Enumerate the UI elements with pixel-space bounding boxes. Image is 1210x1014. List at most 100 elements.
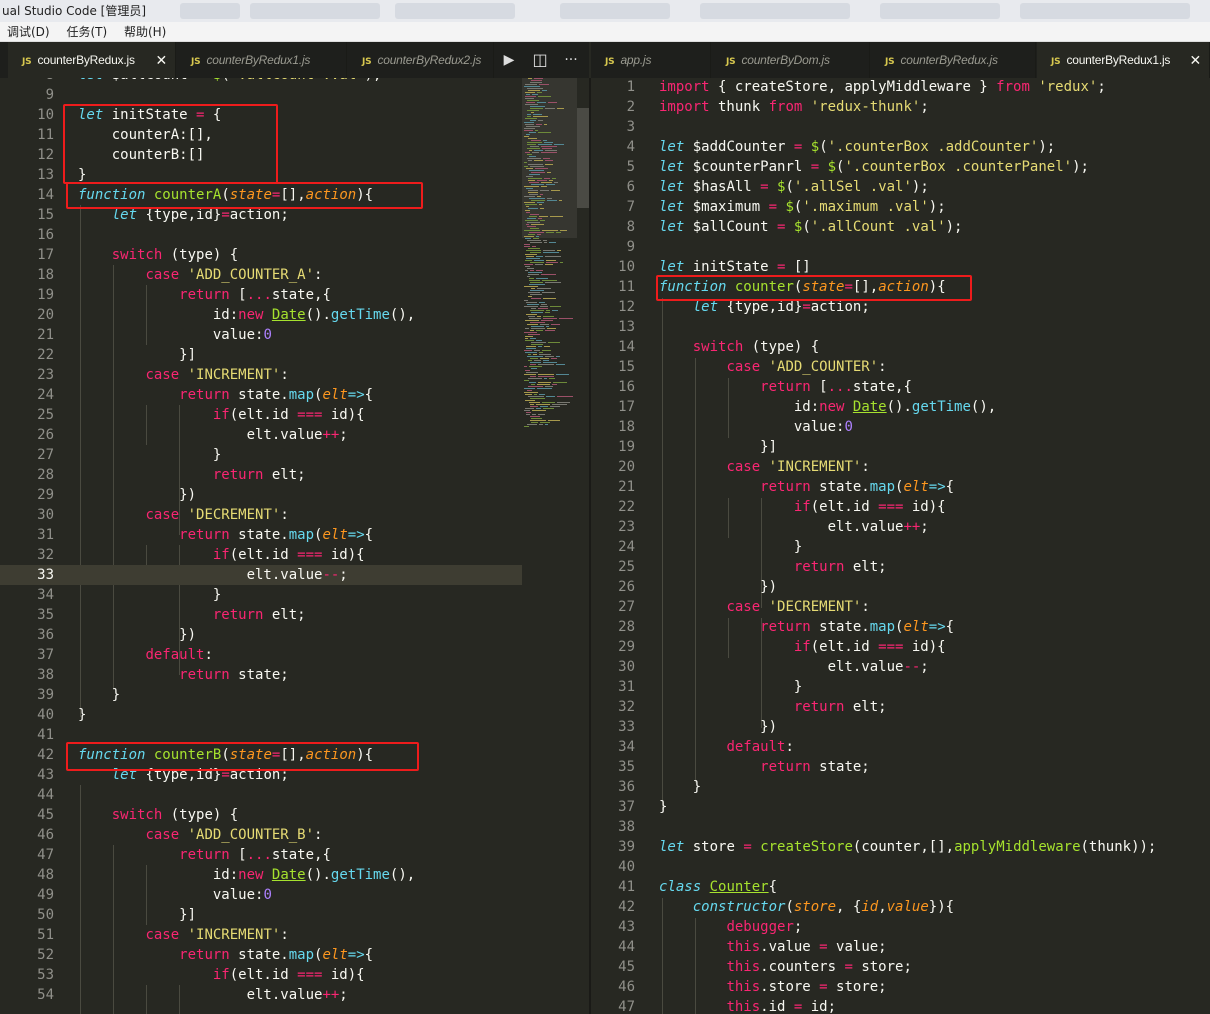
code-line[interactable]: 47 return [...state,{ (0, 845, 522, 865)
code-text[interactable]: case 'DECREMENT': (659, 599, 869, 615)
code-line[interactable]: 27 } (0, 445, 522, 465)
code-text[interactable]: } (78, 707, 86, 723)
code-text[interactable]: return state.map(elt=>{ (78, 527, 373, 543)
code-line[interactable]: 35 return elt; (0, 605, 522, 625)
code-text[interactable]: } (659, 679, 802, 695)
code-text[interactable]: case 'INCREMENT': (78, 367, 288, 383)
code-line[interactable]: 28 return state.map(elt=>{ (591, 617, 1210, 637)
code-text[interactable]: } (659, 799, 667, 815)
code-text[interactable]: if(elt.id === id){ (78, 407, 365, 423)
code-line[interactable]: 47 this.id = id; (591, 997, 1210, 1014)
code-text[interactable]: return [...state,{ (78, 287, 331, 303)
code-text[interactable]: if(elt.id === id){ (659, 499, 946, 515)
code-text[interactable]: elt.value++; (78, 427, 348, 443)
minimap[interactable] (522, 78, 577, 438)
code-line[interactable]: 20 id:new Date().getTime(), (0, 305, 522, 325)
code-line[interactable]: 32 return elt; (591, 697, 1210, 717)
code-text[interactable]: class Counter{ (659, 879, 777, 895)
code-line[interactable]: 43 debugger; (591, 917, 1210, 937)
code-text[interactable]: let $counterPanrl = $('.counterBox .coun… (659, 159, 1089, 175)
code-text[interactable]: } (78, 687, 120, 703)
code-line[interactable]: 9 (0, 85, 522, 105)
code-text[interactable]: default: (78, 647, 212, 663)
code-line[interactable]: 3 (591, 117, 1210, 137)
code-text[interactable]: switch (type) { (78, 247, 238, 263)
code-line[interactable]: 2 import thunk from 'redux-thunk'; (591, 97, 1210, 117)
code-line[interactable]: 5 let $counterPanrl = $('.counterBox .cou… (591, 157, 1210, 177)
code-text[interactable]: case 'INCREMENT': (659, 459, 869, 475)
code-line[interactable]: 31 } (591, 677, 1210, 697)
code-line[interactable]: 33 }) (591, 717, 1210, 737)
code-text[interactable]: elt.value--; (659, 659, 929, 675)
code-line[interactable]: 22 if(elt.id === id){ (591, 497, 1210, 517)
code-text[interactable]: if(elt.id === id){ (78, 547, 365, 563)
menu-tasks[interactable]: 任务(T) (59, 22, 113, 42)
code-text[interactable]: let initState = [] (659, 259, 811, 275)
code-line[interactable]: 42 constructor(store, {id,value}){ (591, 897, 1210, 917)
code-line[interactable]: 22 }] (0, 345, 522, 365)
code-line[interactable]: 24 return state.map(elt=>{ (0, 385, 522, 405)
code-text[interactable]: return state.map(elt=>{ (659, 479, 954, 495)
code-text[interactable]: let $allCount = $('.allCount .val'); (659, 219, 962, 235)
code-text[interactable]: let $hasAll = $('.allSel .val'); (659, 179, 929, 195)
code-text[interactable]: } (78, 587, 221, 603)
code-line[interactable]: 14 switch (type) { (591, 337, 1210, 357)
code-line[interactable]: 20 case 'INCREMENT': (591, 457, 1210, 477)
code-line[interactable]: 54 elt.value++; (0, 985, 522, 1005)
code-text[interactable]: case 'INCREMENT': (78, 927, 288, 943)
code-text[interactable]: return state.map(elt=>{ (659, 619, 954, 635)
code-line[interactable]: 49 value:0 (0, 885, 522, 905)
code-text[interactable]: id:new Date().getTime(), (78, 867, 415, 883)
code-text[interactable]: elt.value++; (78, 987, 348, 1003)
code-text[interactable]: let $allCount = $('.allCount .val'); (78, 78, 381, 83)
code-line[interactable]: 17 id:new Date().getTime(), (591, 397, 1210, 417)
code-text[interactable]: }] (659, 439, 777, 455)
code-text[interactable]: value:0 (78, 887, 272, 903)
code-text[interactable]: return [...state,{ (78, 847, 331, 863)
code-text[interactable]: }] (78, 907, 196, 923)
code-text[interactable]: this.value = value; (659, 939, 886, 955)
code-text[interactable]: let $addCounter = $('.counterBox .addCou… (659, 139, 1055, 155)
code-line[interactable]: 41 class Counter{ (591, 877, 1210, 897)
code-line[interactable]: 40 (591, 857, 1210, 877)
code-line[interactable]: 29 }) (0, 485, 522, 505)
code-line[interactable]: 17 switch (type) { (0, 245, 522, 265)
code-text[interactable]: return state.map(elt=>{ (78, 947, 373, 963)
code-line[interactable]: 18 case 'ADD_COUNTER_A': (0, 265, 522, 285)
code-line[interactable]: 48 id:new Date().getTime(), (0, 865, 522, 885)
code-text[interactable]: return state; (659, 759, 870, 775)
code-line[interactable]: 36 } (591, 777, 1210, 797)
menu-debug[interactable]: 调试(D) (0, 22, 56, 42)
code-text[interactable]: let {type,id}=action; (659, 299, 870, 315)
code-line[interactable]: 8 let $allCount = $('.allCount .val'); (0, 78, 522, 85)
right-editor[interactable]: 1 import { createStore, applyMiddleware }… (591, 78, 1210, 1014)
code-line[interactable]: 19 }] (591, 437, 1210, 457)
code-line[interactable]: 39 let store = createStore(counter,[],app… (591, 837, 1210, 857)
code-line[interactable]: 39 } (0, 685, 522, 705)
code-line[interactable]: 1 import { createStore, applyMiddleware }… (591, 78, 1210, 97)
tab-counterByRedux2[interactable]: JS counterByRedux2.js (348, 42, 494, 78)
left-code-area[interactable]: 8 let $allCount = $('.allCount .val'); 9 10… (0, 78, 522, 1005)
code-text[interactable]: switch (type) { (78, 807, 238, 823)
code-line[interactable]: 8 let $allCount = $('.allCount .val'); (591, 217, 1210, 237)
split-editor-icon[interactable]: ◫ (525, 42, 555, 78)
code-line[interactable]: 6 let $hasAll = $('.allSel .val'); (591, 177, 1210, 197)
code-line[interactable]: 35 return state; (591, 757, 1210, 777)
code-text[interactable]: value:0 (659, 419, 853, 435)
code-text[interactable]: import { createStore, applyMiddleware } … (659, 79, 1106, 95)
code-line[interactable]: 28 return elt; (0, 465, 522, 485)
tab-counterByRedux1[interactable]: JS counterByRedux1.js (177, 42, 347, 78)
code-text[interactable]: return elt; (78, 467, 306, 483)
code-text[interactable]: elt.value++; (659, 519, 929, 535)
code-text[interactable]: if(elt.id === id){ (659, 639, 946, 655)
code-text[interactable]: value:0 (78, 327, 272, 343)
code-text[interactable]: switch (type) { (659, 339, 819, 355)
tab-counterByRedux[interactable]: JS counterByRedux.js (871, 42, 1036, 78)
code-text[interactable]: case 'ADD_COUNTER': (659, 359, 886, 375)
code-line[interactable]: 33 elt.value--; (0, 565, 522, 585)
code-line[interactable]: 25 if(elt.id === id){ (0, 405, 522, 425)
code-text[interactable]: return state; (78, 667, 289, 683)
code-text[interactable]: }] (78, 347, 196, 363)
code-text[interactable]: debugger; (659, 919, 802, 935)
code-line[interactable]: 40} (0, 705, 522, 725)
